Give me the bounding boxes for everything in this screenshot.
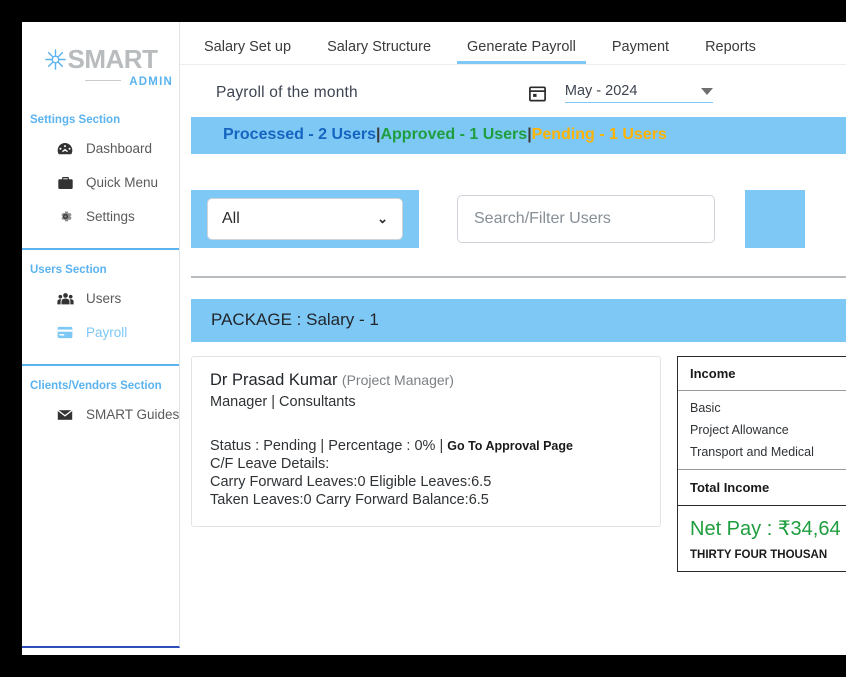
sidebar-item-label: Settings <box>86 209 135 224</box>
gear-icon <box>56 209 74 225</box>
leave-line-carry-forward: Carry Forward Leaves:0 Eligible Leaves:6… <box>210 474 492 490</box>
sidebar-item-settings[interactable]: Settings <box>22 200 179 234</box>
sidebar-item-users[interactable]: Users <box>22 282 179 316</box>
sidebar-item-label: SMART Guides <box>86 407 180 422</box>
tab-generate-payroll[interactable]: Generate Payroll <box>449 39 594 64</box>
sidebar-item-label: Dashboard <box>86 141 153 156</box>
page-title: Payroll of the month <box>216 84 358 101</box>
income-panel: Income Basic Project Allowance Transport… <box>677 356 846 572</box>
sidebar-section-settings-title: Settings Section <box>30 113 121 126</box>
income-header: Income <box>678 357 846 391</box>
logo-subtitle: ADMIN <box>129 75 173 88</box>
application-window: SMART ADMIN Settings Section Dashboard Q… <box>22 22 846 655</box>
users-icon <box>56 291 74 307</box>
search-input[interactable] <box>457 195 715 243</box>
income-row: Transport and Medical <box>690 445 814 459</box>
sidebar: SMART ADMIN Settings Section Dashboard Q… <box>22 22 180 648</box>
dashboard-icon <box>56 141 74 157</box>
briefcase-icon <box>56 175 74 191</box>
card-icon <box>56 325 74 341</box>
content-divider <box>191 276 846 278</box>
sidebar-item-label: Quick Menu <box>86 175 159 190</box>
logo-text: SMART <box>67 44 158 74</box>
sidebar-item-quick-menu[interactable]: Quick Menu <box>22 166 179 200</box>
payroll-detail-row: Dr Prasad Kumar (Project Manager) Manage… <box>191 356 846 572</box>
net-pay-amount: Net Pay : ₹34,64 <box>690 518 841 540</box>
tab-bar: Salary Set up Salary Structure Generate … <box>180 22 846 65</box>
employee-status-text: Status : Pending | Percentage : 0% | <box>210 438 444 454</box>
snowflake-icon <box>44 48 67 71</box>
chevron-down-icon: ⌄ <box>377 211 388 226</box>
month-select-value: May - 2024 <box>564 83 638 99</box>
package-header: PACKAGE : Salary - 1 <box>191 299 846 342</box>
sidebar-divider-2 <box>22 363 179 366</box>
status-summary-bar: Processed - 2 Users|Approved - 1 Users|P… <box>191 117 846 154</box>
envelope-icon <box>56 407 74 423</box>
employee-name: Dr Prasad Kumar <box>210 371 338 389</box>
sidebar-item-label: Payroll <box>86 325 128 340</box>
user-filter-value: All <box>222 210 240 227</box>
sidebar-section-clients-title: Clients/Vendors Section <box>30 379 162 392</box>
month-select[interactable]: May - 2024 <box>564 83 713 103</box>
cf-leave-details-label: C/F Leave Details: <box>210 456 330 472</box>
month-picker[interactable]: May - 2024 <box>528 83 713 103</box>
payroll-month-row: Payroll of the month May - 2024 <box>180 65 846 117</box>
tab-salary-set-up[interactable]: Salary Set up <box>186 39 309 64</box>
employee-department: Manager | Consultants <box>210 394 356 410</box>
sidebar-item-smart-guides[interactable]: SMART Guides <box>22 398 179 432</box>
total-income-label: Total Income <box>678 470 846 506</box>
net-pay-in-words: THIRTY FOUR THOUSAN <box>690 549 828 561</box>
user-filter-select[interactable]: All ⌄ <box>207 198 403 240</box>
sidebar-divider-1 <box>22 247 179 250</box>
action-button[interactable] <box>745 190 805 248</box>
status-approved: Approved - 1 Users <box>380 126 528 143</box>
status-processed: Processed - 2 Users <box>223 126 376 143</box>
calendar-icon[interactable] <box>528 84 547 103</box>
sidebar-section-users-title: Users Section <box>30 263 107 276</box>
chevron-down-icon <box>700 87 713 95</box>
tab-reports[interactable]: Reports <box>687 39 774 64</box>
sidebar-item-dashboard[interactable]: Dashboard <box>22 132 179 166</box>
employee-role: (Project Manager) <box>341 372 454 388</box>
income-row: Project Allowance <box>690 423 789 437</box>
sidebar-item-label: Users <box>86 291 122 306</box>
main-content: Salary Set up Salary Structure Generate … <box>180 22 846 655</box>
sidebar-item-payroll[interactable]: Payroll <box>22 316 179 350</box>
filter-row: All ⌄ <box>180 190 846 248</box>
filter-select-container: All ⌄ <box>191 190 419 248</box>
employee-status-line: Status : Pending | Percentage : 0% | Go … <box>210 438 660 454</box>
logo-rule <box>84 79 121 81</box>
income-row: Basic <box>690 401 721 415</box>
tab-salary-structure[interactable]: Salary Structure <box>309 39 449 64</box>
tab-payment[interactable]: Payment <box>594 39 687 64</box>
employee-name-row: Dr Prasad Kumar (Project Manager) <box>210 371 660 390</box>
income-rows: Basic Project Allowance Transport and Me… <box>678 391 846 470</box>
app-logo: SMART ADMIN <box>22 22 179 100</box>
go-to-approval-page-link[interactable]: Go To Approval Page <box>447 439 573 453</box>
leave-line-taken: Taken Leaves:0 Carry Forward Balance:6.5 <box>210 492 489 508</box>
employee-card: Dr Prasad Kumar (Project Manager) Manage… <box>191 356 661 527</box>
status-pending: Pending - 1 Users <box>531 126 667 143</box>
